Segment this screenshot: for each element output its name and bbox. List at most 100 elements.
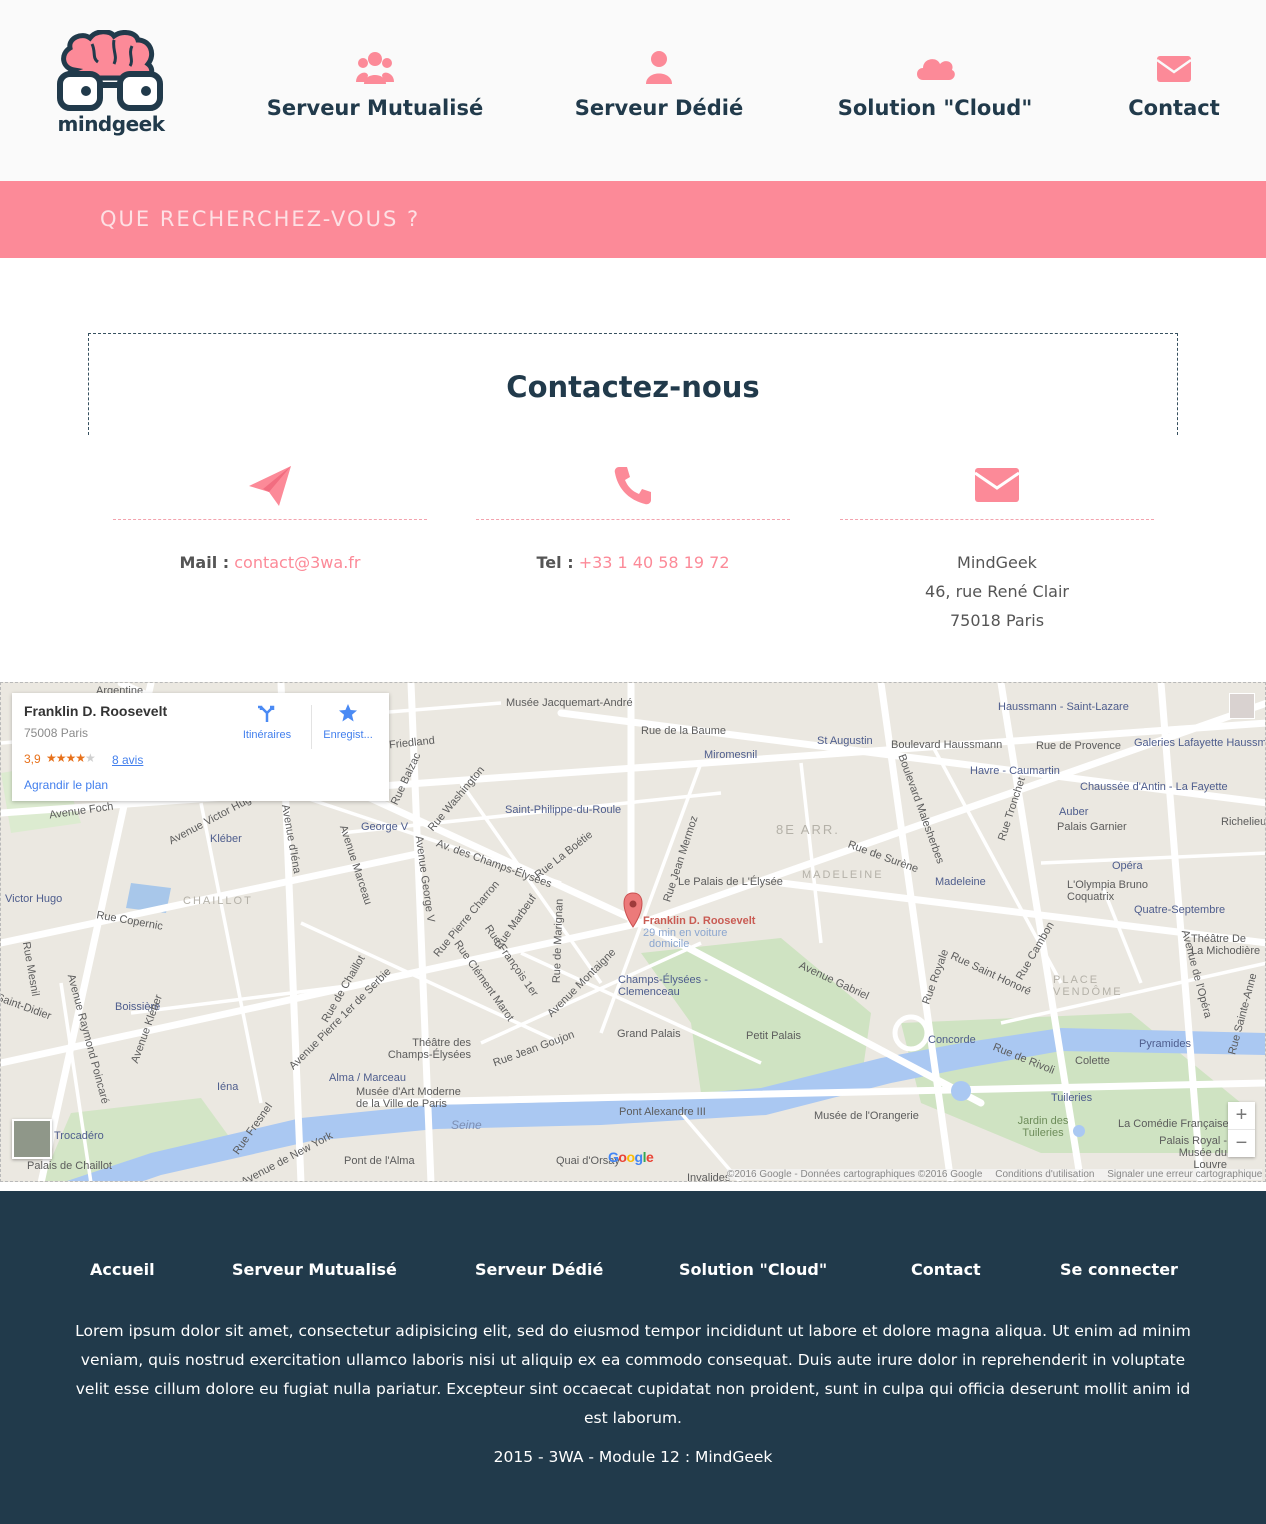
map-label: Madeleine <box>935 876 986 888</box>
map-label: La Comédie Française <box>1118 1118 1229 1130</box>
contact-title: Contactez-nous <box>506 370 760 404</box>
site-header: mindgeek Serveur Mutualisé Serveur Dédié… <box>0 0 1266 181</box>
contact-section-frame: Contactez-nous <box>88 333 1178 435</box>
divider <box>311 705 312 749</box>
map-label: Kléber <box>210 833 242 845</box>
contact-address: MindGeek 46, rue René Clair 75018 Paris <box>840 455 1154 635</box>
google-map[interactable]: Argentine Musée Jacquemart-André Haussma… <box>0 682 1266 1182</box>
nav-contact[interactable]: Contact <box>1122 50 1226 130</box>
map-label: Boulevard Haussmann <box>891 739 1003 751</box>
map-label: Le Palais de L'Élysée <box>678 876 783 888</box>
map-label: St Augustin <box>817 735 873 747</box>
contact-tel: Tel : +33 1 40 58 19 72 <box>476 455 790 577</box>
nav-label: Solution "Cloud" <box>837 96 1033 120</box>
address-block: MindGeek 46, rue René Clair 75018 Paris <box>840 548 1154 635</box>
star-icon <box>339 704 357 722</box>
map-label: Saint-Philippe-du-Roule <box>505 804 622 816</box>
mail-link[interactable]: contact@3wa.fr <box>234 553 360 572</box>
nav-label: Serveur Mutualisé <box>266 96 484 120</box>
brain-glasses-icon <box>57 29 163 111</box>
nav-solution-cloud[interactable]: Solution "Cloud" <box>830 50 1040 130</box>
tel-label: Tel : <box>536 553 574 572</box>
footer-link-serveur-dedie[interactable]: Serveur Dédié <box>475 1260 603 1279</box>
enlarge-map-link[interactable]: Agrandir le plan <box>24 778 108 792</box>
contact-mail-icon-wrap <box>113 455 427 515</box>
map-label: Haussmann - Saint-Lazare <box>998 701 1129 713</box>
map-label: Palais Royal - Musée du Louvre <box>1159 1135 1227 1171</box>
contact-tel-icon-wrap <box>476 455 790 515</box>
footer-link-contact[interactable]: Contact <box>911 1260 981 1279</box>
map-label: Miromesnil <box>704 749 758 761</box>
contact-address-icon-wrap <box>840 455 1154 515</box>
map-label: Concorde <box>928 1034 976 1046</box>
save-place-button[interactable]: Enregist... <box>315 703 381 741</box>
cloud-icon <box>917 59 955 80</box>
paper-plane-icon <box>249 466 291 506</box>
place-name: Franklin D. Roosevelt <box>24 703 168 719</box>
map-label: CHAILLOT <box>183 895 253 907</box>
nav-label: Serveur Dédié <box>574 96 744 120</box>
mindgeek-logo[interactable]: mindgeek <box>52 29 170 145</box>
map-copyright: ©2016 Google - Données cartographiques ©… <box>727 1169 983 1180</box>
marker-title[interactable]: Franklin D. Roosevelt <box>643 915 755 927</box>
place-rating: 3,9 <box>24 752 41 766</box>
brand-wordmark: mindgeek <box>57 112 166 136</box>
map-label: Auber <box>1059 806 1089 818</box>
map-label: Victor Hugo <box>5 893 63 905</box>
envelope-icon <box>974 468 1020 502</box>
map-label: Rue de la Baume <box>641 725 726 737</box>
divider <box>476 519 790 520</box>
nav-label: Contact <box>1128 96 1220 120</box>
map-label: Richelieu <box>1221 816 1266 828</box>
divider <box>840 519 1154 520</box>
zoom-in-button[interactable]: + <box>1228 1102 1255 1129</box>
save-label: Enregist... <box>323 729 373 741</box>
place-address: 75008 Paris <box>24 726 89 740</box>
nav-serveur-mutualise[interactable]: Serveur Mutualisé <box>262 50 488 130</box>
directions-button[interactable]: Itinéraires <box>234 703 300 741</box>
phone-icon <box>614 467 651 505</box>
map-label: Galeries Lafayette Haussmann <box>1134 737 1266 749</box>
map-label: L'Olympia Bruno Coquatrix <box>1067 879 1148 903</box>
street-view-pegman-icon[interactable] <box>1229 693 1255 719</box>
map-label: Palais Garnier <box>1057 821 1127 833</box>
envelope-icon <box>1156 56 1192 82</box>
footer-link-accueil[interactable]: Accueil <box>90 1260 155 1279</box>
place-reviews-link[interactable]: 8 avis <box>112 753 143 767</box>
nav-serveur-dedie[interactable]: Serveur Dédié <box>570 50 748 130</box>
tel-link[interactable]: +33 1 40 58 19 72 <box>579 553 730 572</box>
directions-icon <box>258 705 275 722</box>
user-icon <box>646 51 672 84</box>
satellite-toggle[interactable] <box>12 1119 52 1159</box>
map-label: Musée de l'Orangerie <box>814 1110 919 1122</box>
map-label: Invalides <box>687 1172 731 1182</box>
map-label: 8E ARR. <box>776 822 840 837</box>
footer-description: Lorem ipsum dolor sit amet, consectetur … <box>75 1322 1191 1427</box>
map-label: Havre - Caumartin <box>970 765 1060 777</box>
map-label: Opéra <box>1112 860 1143 872</box>
map-label: Pont de l'Alma <box>344 1155 415 1167</box>
map-label: Pyramides <box>1139 1038 1191 1050</box>
footer-link-login[interactable]: Se connecter <box>1060 1260 1178 1279</box>
map-label: Trocadéro <box>54 1130 104 1142</box>
map-report-link[interactable]: Signaler une erreur cartographique <box>1107 1169 1262 1180</box>
search-input[interactable] <box>88 197 1178 241</box>
contact-mail-line: Mail : contact@3wa.fr <box>113 548 427 577</box>
place-card: Franklin D. Roosevelt 75008 Paris 3,9 ★★… <box>12 693 389 801</box>
zoom-control: + − <box>1228 1102 1255 1157</box>
address-line: 75018 Paris <box>949 611 1045 630</box>
map-label: Champs-Élysées - Clemenceau <box>618 974 708 998</box>
directions-label: Itinéraires <box>242 729 292 741</box>
map-label: Tuileries <box>1051 1092 1093 1104</box>
star-rating-icon: ★★★★★ <box>46 751 96 765</box>
map-label: Quatre-Septembre <box>1134 904 1226 916</box>
footer-link-solution-cloud[interactable]: Solution "Cloud" <box>679 1260 827 1279</box>
zoom-out-button[interactable]: − <box>1228 1129 1255 1156</box>
footer-link-serveur-mutualise[interactable]: Serveur Mutualisé <box>232 1260 397 1279</box>
map-label: George V <box>361 821 409 833</box>
map-label: Palais de Chaillot <box>27 1160 112 1172</box>
map-terms-link[interactable]: Conditions d'utilisation <box>995 1169 1094 1180</box>
map-label: Colette <box>1075 1055 1110 1067</box>
divider <box>113 519 427 520</box>
map-label: PLACE VENDÔME <box>1053 974 1123 998</box>
